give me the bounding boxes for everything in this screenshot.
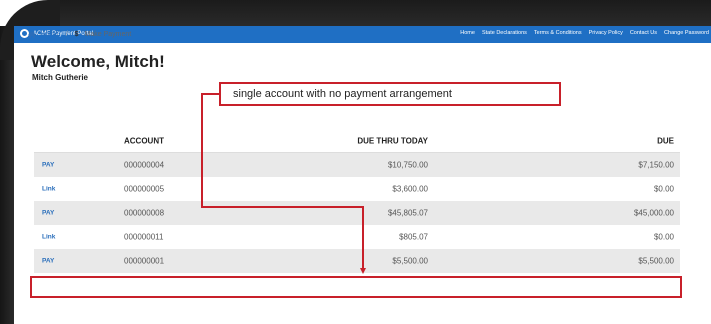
home-icon [28,31,36,38]
pay-button[interactable]: PAY [42,210,54,217]
table-header: ACCOUNT DUE THRU TODAY DUE [34,130,680,153]
table-row: PAY 000000001 $5,500.00 $5,500.00 [34,249,680,273]
table-row: Link 000000011 $805.07 $0.00 [34,225,680,249]
due-thru-today: $10,750.00 [387,160,428,170]
accounts-table: ACCOUNT DUE THRU TODAY DUE PAY 000000004… [34,130,680,273]
nav-change-password[interactable]: Change Password [664,30,709,36]
table-row: Link 000000005 $3,600.00 $0.00 [34,177,680,201]
user-name: Mitch Gutherie [32,73,89,82]
link-button[interactable]: Link [42,186,55,193]
annotation-connector-down [362,206,364,268]
breadcrumb-home[interactable]: Home [40,31,59,38]
header-due-thru-today: DUE THRU TODAY [357,136,428,146]
header-account: ACCOUNT [124,136,164,146]
due-amount: $45,000.00 [633,208,674,218]
annotation-connector-bottom [201,206,364,208]
pay-button[interactable]: PAY [42,162,54,169]
due-amount: $5,500.00 [638,256,674,266]
annotation-callout: single account with no payment arrangeme… [219,82,561,106]
page-title: Welcome, Mitch! [31,52,165,71]
due-thru-today: $3,600.00 [392,184,428,194]
nav-terms-conditions[interactable]: Terms & Conditions [534,30,582,36]
dollar-icon: $ [74,31,79,38]
nav-contact-us[interactable]: Contact Us [630,30,657,36]
table-row: PAY 000000008 $45,805.07 $45,000.00 [34,201,680,225]
annotation-text: single account with no payment arrangeme… [233,88,452,100]
highlighted-row-outline [30,276,682,298]
annotation-connector-left [201,93,203,207]
arrow-head-icon [360,268,366,274]
due-amount: $0.00 [653,232,674,242]
nav-state-declarations[interactable]: State Declarations [482,30,527,36]
due-thru-today: $5,500.00 [392,256,428,266]
due-amount: $0.00 [653,184,674,194]
account-number: 000000001 [124,256,165,266]
annotation-connector-top [201,93,221,95]
link-button[interactable]: Link [42,234,55,241]
due-thru-today: $45,805.07 [387,208,428,218]
pay-button[interactable]: PAY [42,258,54,265]
device-bezel-top [0,0,711,26]
breadcrumb-separator: / [65,31,68,38]
table-row: PAY 000000004 $10,750.00 $7,150.00 [34,153,680,177]
breadcrumb: Home / $ Make Payment [28,31,131,38]
account-number: 000000008 [124,208,165,218]
breadcrumb-current: Make Payment [84,31,132,38]
due-amount: $7,150.00 [638,160,674,170]
nav-home[interactable]: Home [460,30,475,36]
account-number: 000000005 [124,184,165,194]
nav-privacy-policy[interactable]: Privacy Policy [589,30,623,36]
account-number: 000000004 [124,160,165,170]
header-due: DUE [657,136,674,146]
account-number: 000000011 [124,232,164,242]
due-thru-today: $805.07 [399,232,428,242]
nav-menu: Home State Declarations Terms & Conditio… [460,30,709,36]
